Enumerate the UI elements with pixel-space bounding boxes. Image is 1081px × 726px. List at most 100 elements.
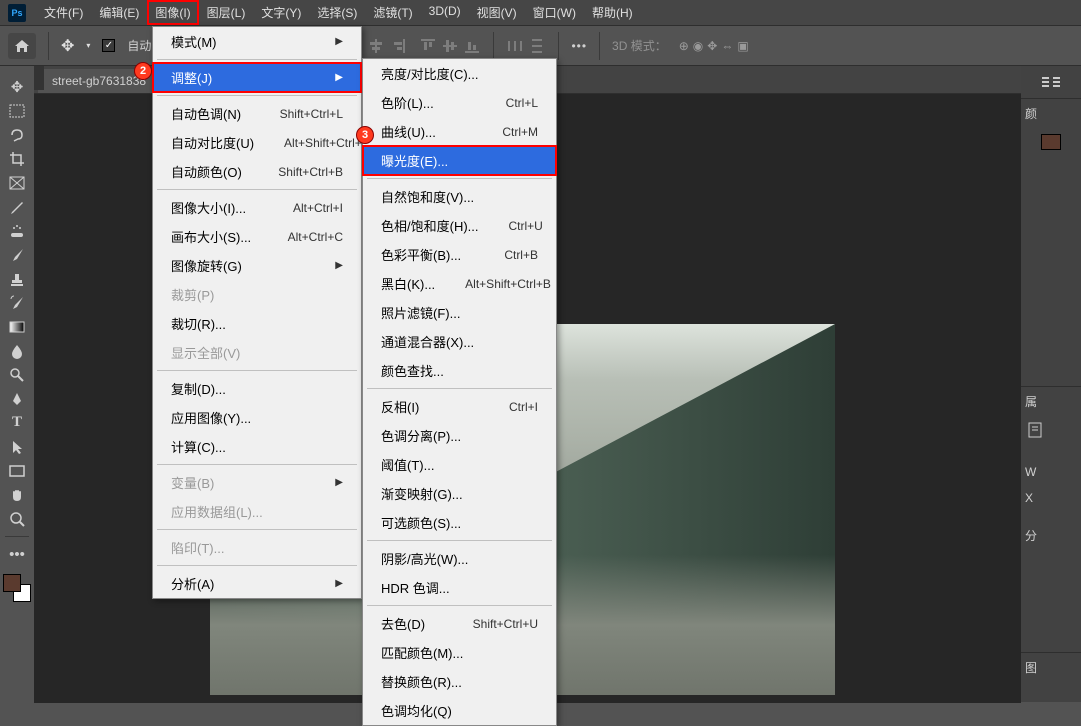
menuitem-模式(M)[interactable]: 模式(M)▶	[153, 27, 361, 56]
pen-tool[interactable]	[4, 388, 30, 409]
menuitem-去色(D)[interactable]: 去色(D)Shift+Ctrl+U	[363, 609, 556, 638]
color-mini-swatch[interactable]	[1041, 134, 1061, 150]
menuitem-分析(A)[interactable]: 分析(A)▶	[153, 569, 361, 598]
dist-h-icon[interactable]	[506, 37, 524, 55]
menuitem-label: 黑白(K)...	[381, 274, 435, 293]
eyedropper-tool[interactable]	[4, 196, 30, 217]
menuitem-复制(D)...[interactable]: 复制(D)...	[153, 374, 361, 403]
align-vcenter-icon[interactable]	[441, 37, 459, 55]
menu-窗口(W)[interactable]: 窗口(W)	[525, 0, 584, 25]
type-tool[interactable]: T	[4, 412, 30, 433]
3d-slide-icon[interactable]: ⇔	[721, 39, 733, 53]
3d-pan-icon[interactable]: ✥	[707, 39, 717, 53]
3d-camera-icon[interactable]: ▣	[737, 39, 748, 53]
align-bottom-icon[interactable]	[463, 37, 481, 55]
menuitem-曝光度(E)...[interactable]: 曝光度(E)...	[363, 146, 556, 175]
menuitem-画布大小(S)...[interactable]: 画布大小(S)...Alt+Ctrl+C	[153, 222, 361, 251]
menuitem-计算(C)...[interactable]: 计算(C)...	[153, 432, 361, 461]
menuitem-自动色调(N)[interactable]: 自动色调(N)Shift+Ctrl+L	[153, 99, 361, 128]
menu-文件(F)[interactable]: 文件(F)	[36, 0, 91, 25]
menu-文字(Y)[interactable]: 文字(Y)	[253, 0, 309, 25]
menuitem-裁切(R)...[interactable]: 裁切(R)...	[153, 309, 361, 338]
dropdown-caret-icon[interactable]: ▾	[86, 41, 90, 50]
shortcut-label: Ctrl+M	[502, 125, 538, 139]
menuitem-黑白(K)...[interactable]: 黑白(K)...Alt+Shift+Ctrl+B	[363, 269, 556, 298]
menu-3D(D)[interactable]: 3D(D)	[421, 0, 469, 25]
auto-checkbox[interactable]: ✓	[102, 39, 115, 52]
menu-视图(V)[interactable]: 视图(V)	[469, 0, 525, 25]
menu-编辑(E)[interactable]: 编辑(E)	[91, 0, 147, 25]
brush-tool[interactable]	[4, 244, 30, 265]
dodge-tool[interactable]	[4, 364, 30, 385]
menuitem-图像大小(I)...[interactable]: 图像大小(I)...Alt+Ctrl+I	[153, 193, 361, 222]
blur-tool[interactable]	[4, 340, 30, 361]
image-menu-dropdown: 模式(M)▶ 调整(J)▶ 自动色调(N)Shift+Ctrl+L自动对比度(U)A…	[152, 26, 362, 599]
menu-图层(L)[interactable]: 图层(L)	[199, 0, 254, 25]
color-swatches[interactable]	[3, 574, 31, 602]
fg-color[interactable]	[3, 574, 21, 592]
align-right-icon[interactable]	[389, 37, 407, 55]
menuitem-颜色查找...[interactable]: 颜色查找...	[363, 356, 556, 385]
menuitem-应用图像(Y)...[interactable]: 应用图像(Y)...	[153, 403, 361, 432]
healing-tool[interactable]	[4, 220, 30, 241]
menuitem-陷印(T)...: 陷印(T)...	[153, 533, 361, 562]
menuitem-显示全部(V): 显示全部(V)	[153, 338, 361, 367]
hand-tool[interactable]	[4, 484, 30, 505]
overflow-icon[interactable]: •••	[571, 39, 587, 53]
menuitem-色相/饱和度(H)...[interactable]: 色相/饱和度(H)...Ctrl+U	[363, 211, 556, 240]
menuitem-label: 可选颜色(S)...	[381, 513, 461, 532]
stamp-tool[interactable]	[4, 268, 30, 289]
menu-帮助(H)[interactable]: 帮助(H)	[584, 0, 641, 25]
menuitem-自动颜色(O)[interactable]: 自动颜色(O)Shift+Ctrl+B	[153, 157, 361, 186]
panel-tab-color[interactable]: 颜	[1021, 98, 1081, 128]
3d-orbit-icon[interactable]: ⊕	[679, 39, 689, 53]
dist-v-icon[interactable]	[528, 37, 546, 55]
zoom-tool[interactable]	[4, 508, 30, 529]
menu-separator	[367, 540, 552, 541]
menuitem-阈值(T)...[interactable]: 阈值(T)...	[363, 450, 556, 479]
panel-toggle-icon[interactable]	[1041, 74, 1061, 90]
align-hcenter-icon[interactable]	[367, 37, 385, 55]
menuitem-替换颜色(R)...[interactable]: 替换颜色(R)...	[363, 667, 556, 696]
distribute-group	[506, 37, 546, 55]
path-select-tool[interactable]	[4, 436, 30, 457]
menuitem-可选颜色(S)...[interactable]: 可选颜色(S)...	[363, 508, 556, 537]
align-top-icon[interactable]	[419, 37, 437, 55]
menuitem-label: 计算(C)...	[171, 437, 226, 456]
menuitem-自动对比度(U)[interactable]: 自动对比度(U)Alt+Shift+Ctrl+L	[153, 128, 361, 157]
menuitem-照片滤镜(F)...[interactable]: 照片滤镜(F)...	[363, 298, 556, 327]
menuitem-HDR 色调...[interactable]: HDR 色调...	[363, 573, 556, 602]
lasso-tool[interactable]	[4, 124, 30, 145]
menuitem-调整(J)[interactable]: 调整(J)▶	[153, 63, 361, 92]
panel-tab-properties[interactable]: 属	[1021, 386, 1081, 416]
menuitem-自然饱和度(V)...[interactable]: 自然饱和度(V)...	[363, 182, 556, 211]
menuitem-反相(I)[interactable]: 反相(I)Ctrl+I	[363, 392, 556, 421]
menu-图像(I)[interactable]: 图像(I)	[147, 0, 198, 25]
panel-tab-layers[interactable]: 图	[1021, 652, 1081, 682]
home-button[interactable]	[8, 33, 36, 59]
3d-roll-icon[interactable]: ◉	[693, 39, 703, 53]
menuitem-匹配颜色(M)...[interactable]: 匹配颜色(M)...	[363, 638, 556, 667]
menuitem-阴影/高光(W)...[interactable]: 阴影/高光(W)...	[363, 544, 556, 573]
menuitem-亮度/对比度(C)...[interactable]: 亮度/对比度(C)...	[363, 59, 556, 88]
menuitem-曲线(U)...[interactable]: 曲线(U)...Ctrl+M	[363, 117, 556, 146]
menu-滤镜(T)[interactable]: 滤镜(T)	[365, 0, 420, 25]
edit-toolbar[interactable]: •••	[4, 544, 30, 565]
crop-tool[interactable]	[4, 148, 30, 169]
menuitem-色阶(L)...[interactable]: 色阶(L)...Ctrl+L	[363, 88, 556, 117]
menuitem-色彩平衡(B)...[interactable]: 色彩平衡(B)...Ctrl+B	[363, 240, 556, 269]
menuitem-label: 图像大小(I)...	[171, 198, 246, 217]
menu-选择(S)[interactable]: 选择(S)	[309, 0, 365, 25]
menuitem-色调分离(P)...[interactable]: 色调分离(P)...	[363, 421, 556, 450]
menuitem-通道混合器(X)...[interactable]: 通道混合器(X)...	[363, 327, 556, 356]
menuitem-渐变映射(G)...[interactable]: 渐变映射(G)...	[363, 479, 556, 508]
marquee-tool[interactable]	[4, 100, 30, 121]
history-brush-tool[interactable]	[4, 292, 30, 313]
menuitem-应用数据组(L)...: 应用数据组(L)...	[153, 497, 361, 526]
gradient-tool[interactable]	[4, 316, 30, 337]
menuitem-色调均化(Q)[interactable]: 色调均化(Q)	[363, 696, 556, 725]
menuitem-图像旋转(G)[interactable]: 图像旋转(G)▶	[153, 251, 361, 280]
rectangle-tool[interactable]	[4, 460, 30, 481]
frame-tool[interactable]	[4, 172, 30, 193]
move-tool[interactable]: ✥	[4, 76, 30, 97]
